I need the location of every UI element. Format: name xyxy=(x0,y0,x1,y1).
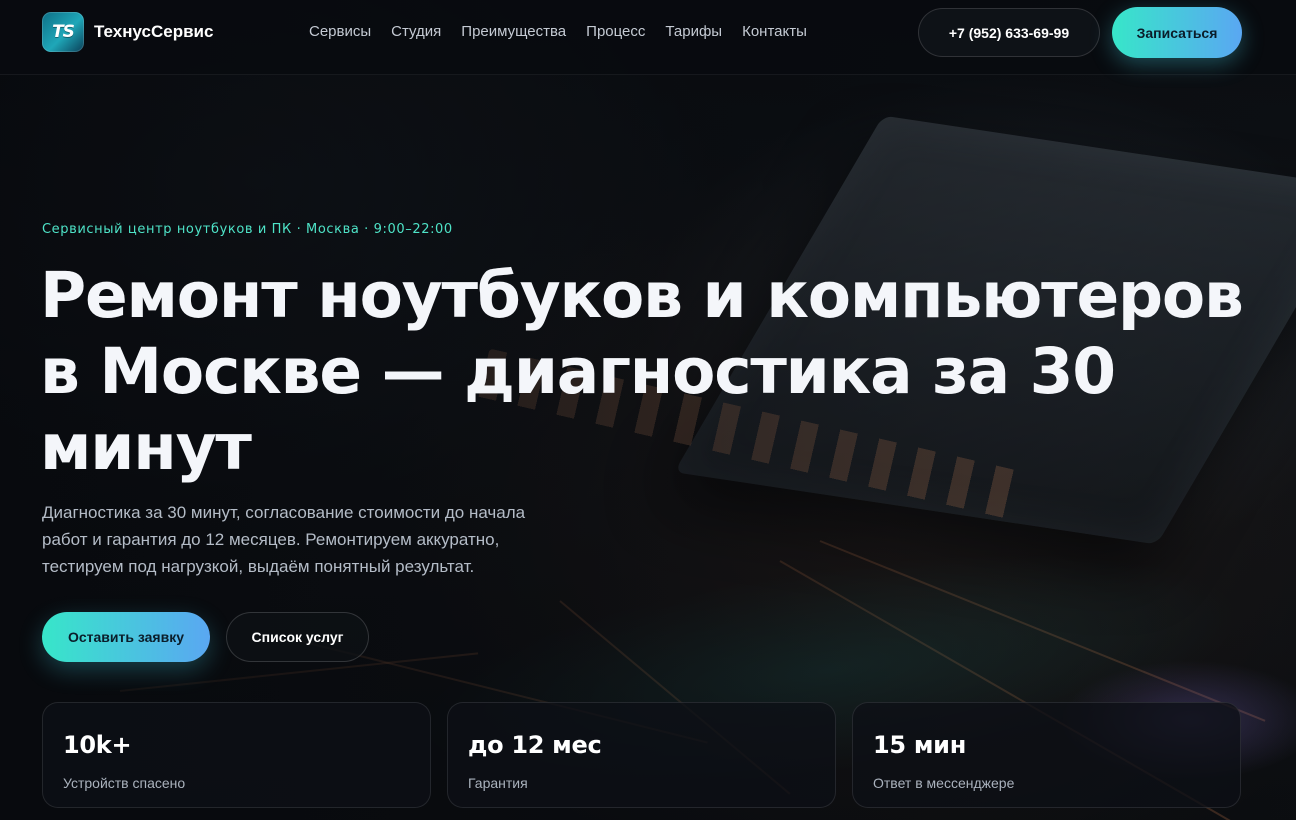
logo-mark-text: TS xyxy=(52,22,75,42)
submit-request-button[interactable]: Оставить заявку xyxy=(42,612,210,662)
stat-label: Ответ в мессенджере xyxy=(873,775,1015,791)
logo-link[interactable]: TS ТехнусСервис xyxy=(42,12,213,52)
nav-link-pricing[interactable]: Тарифы xyxy=(665,22,722,42)
hero-eyebrow: Сервисный центр ноутбуков и ПК · Москва … xyxy=(42,222,453,237)
hero-lead: Диагностика за 30 минут, согласование ст… xyxy=(42,503,526,576)
phone-button[interactable]: +7 (952) 633-69-99 xyxy=(918,8,1100,57)
nav-link-contacts[interactable]: Контакты xyxy=(742,22,807,42)
nav-link-services[interactable]: Сервисы xyxy=(309,22,371,42)
stat-label: Устройств спасено xyxy=(63,775,186,791)
main-nav: Сервисы Студия Преимущества Процесс Тари… xyxy=(309,22,807,42)
stat-value: до 12 мес xyxy=(468,731,602,759)
stat-value: 10k+ xyxy=(63,731,132,759)
logo-icon: TS xyxy=(42,12,84,52)
stat-card-response: 15 мин Ответ в мессенджере xyxy=(852,702,1241,808)
nav-link-studio[interactable]: Студия xyxy=(391,22,441,42)
nav-link-advantages[interactable]: Преимущества xyxy=(461,22,566,42)
stat-card-devices: 10k+ Устройств спасено xyxy=(42,702,431,808)
services-list-button[interactable]: Список услуг xyxy=(226,612,369,662)
book-button[interactable]: Записаться xyxy=(1112,7,1242,58)
site-header: TS ТехнусСервис Сервисы Студия Преимущес… xyxy=(0,0,1296,75)
brand-name: ТехнусСервис xyxy=(94,22,214,41)
hero-title: Ремонт ноутбуков и компьютеров в Москве … xyxy=(40,259,1244,484)
stat-card-warranty: до 12 мес Гарантия xyxy=(447,702,836,808)
stat-label: Гарантия xyxy=(468,775,528,791)
nav-link-process[interactable]: Процесс xyxy=(586,22,645,42)
stat-value: 15 мин xyxy=(873,731,966,759)
